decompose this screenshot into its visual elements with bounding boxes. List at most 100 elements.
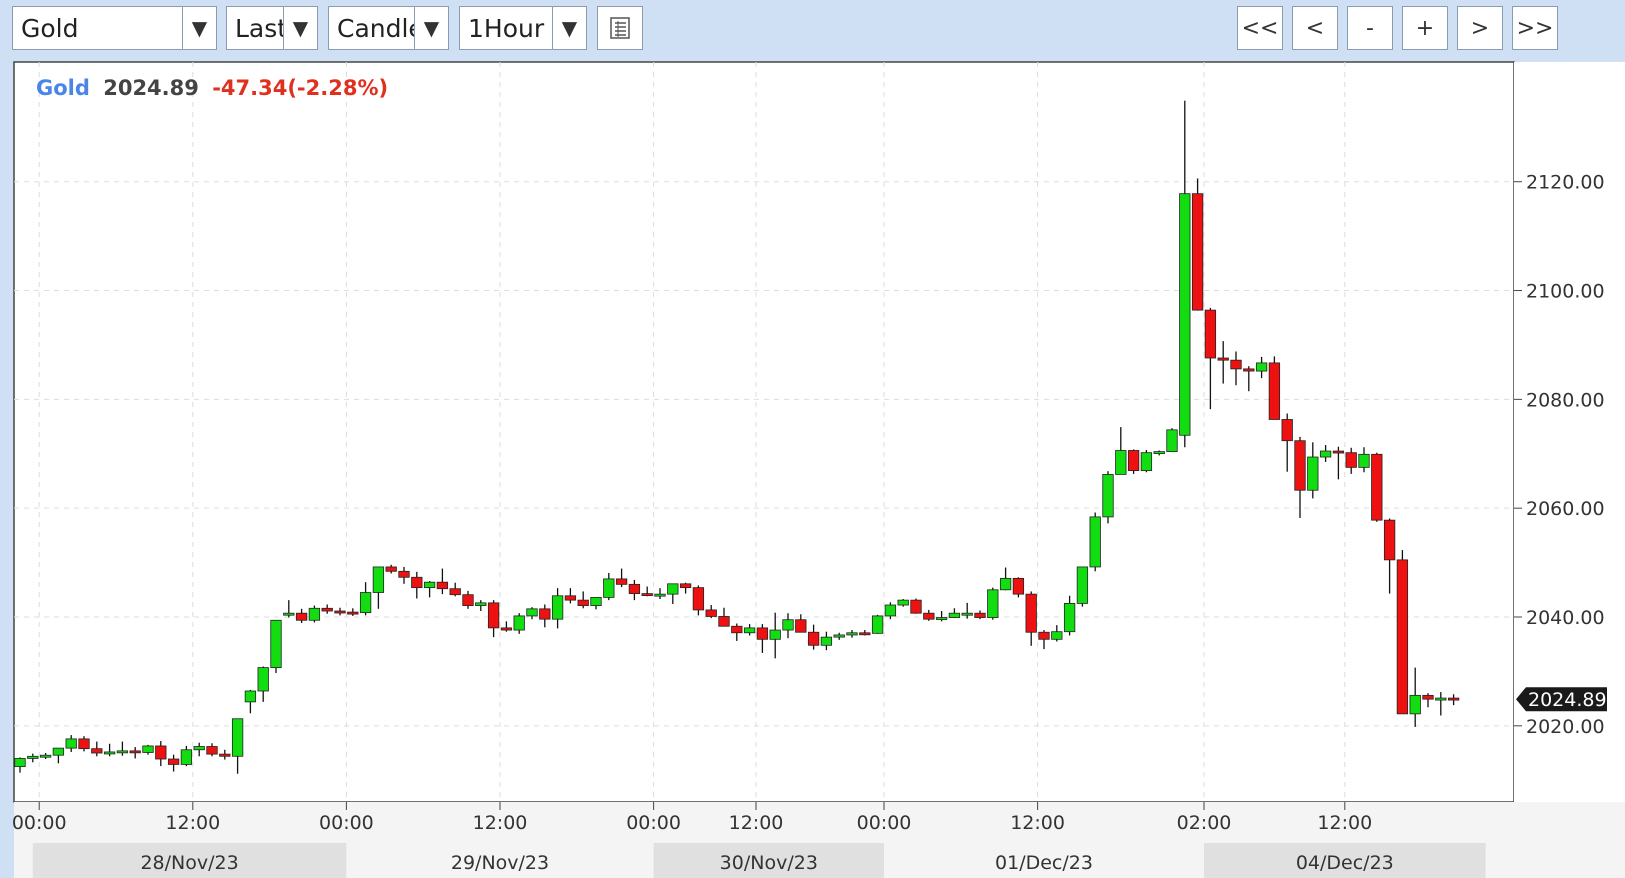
candle-body	[1076, 566, 1089, 604]
candle-body	[577, 599, 589, 606]
candle-body	[871, 615, 884, 634]
candle-body	[91, 748, 103, 754]
candle-body	[641, 593, 653, 597]
candle-body	[449, 588, 461, 596]
candle-body	[782, 619, 794, 631]
candle-body	[167, 758, 180, 765]
candle	[871, 614, 884, 634]
candle-body	[615, 578, 628, 585]
candle-body	[1358, 453, 1370, 468]
candle-body	[1243, 368, 1255, 372]
candle-body	[321, 607, 333, 612]
candle-body	[1191, 193, 1204, 311]
candle-body	[78, 738, 90, 750]
candle-body	[1281, 419, 1293, 442]
x-tick-label: 00:00	[626, 812, 681, 834]
candle-body	[257, 667, 269, 692]
candle-body	[769, 629, 781, 640]
candle	[1089, 512, 1101, 572]
candle-body	[564, 595, 577, 601]
candle-body	[731, 625, 743, 634]
candle-body	[999, 577, 1012, 591]
candle	[270, 619, 282, 674]
candle	[1102, 471, 1114, 524]
candle-body	[1153, 451, 1165, 454]
candle-body	[1012, 577, 1025, 595]
candle	[1268, 356, 1281, 420]
candle-body	[1345, 452, 1357, 468]
x-tick-label: 12:00	[165, 812, 220, 834]
candle-body	[948, 612, 961, 618]
candle-body	[436, 581, 449, 590]
y-tick-label: 2100.00	[1526, 281, 1605, 303]
candle-body	[897, 599, 909, 606]
candle-body	[475, 602, 487, 606]
x-tick-label: 00:00	[12, 812, 67, 834]
candle-body	[193, 746, 205, 751]
candle-body	[129, 750, 141, 754]
candle-body	[756, 627, 769, 640]
candle-body	[1307, 456, 1319, 491]
candle-body	[513, 615, 525, 631]
candle-body	[974, 612, 986, 618]
candle-body	[1204, 309, 1217, 359]
candle-body	[807, 631, 820, 646]
x-tick-label: 02:00	[1177, 812, 1232, 834]
candle-body	[705, 609, 717, 617]
candle-body	[398, 570, 410, 578]
candle-body	[1383, 519, 1396, 561]
candle	[1371, 452, 1383, 522]
candle-body	[1051, 631, 1063, 640]
candle-body	[103, 751, 116, 755]
candle-body	[1230, 359, 1242, 370]
quote-price: 2024.89	[103, 76, 199, 100]
candle-body	[1140, 452, 1153, 472]
x-tick-label: 12:00	[729, 812, 784, 834]
candle-body	[884, 604, 897, 617]
candle-body	[1063, 602, 1076, 633]
candle-body	[1127, 450, 1140, 472]
candle	[1012, 577, 1025, 598]
candle-body	[65, 738, 77, 749]
y-tick-label: 2040.00	[1526, 607, 1605, 629]
price-chart[interactable]: 2120.00 2100.00 2080.00 2060.00 2040.00 2020.…	[0, 0, 1625, 878]
candle-body	[14, 758, 26, 768]
candle	[1166, 428, 1178, 452]
candle-body	[116, 750, 129, 754]
y-tick-label: 2060.00	[1526, 498, 1605, 520]
candle-body	[1268, 362, 1281, 420]
candle-body	[718, 616, 730, 627]
candle-body	[961, 612, 973, 616]
candle-body	[654, 593, 666, 597]
candle-body	[283, 612, 295, 616]
candle-body	[743, 627, 756, 634]
x-tick-label: 00:00	[319, 812, 374, 834]
candle-body	[295, 612, 308, 621]
candle-body	[539, 608, 551, 620]
candle-body	[667, 583, 679, 595]
quote-symbol: Gold	[36, 76, 90, 100]
candle-body	[180, 749, 193, 765]
candle	[1191, 178, 1204, 311]
x-tick-label: 12:00	[473, 812, 528, 834]
candle-body	[1447, 697, 1460, 701]
candle-body	[846, 632, 858, 636]
candle	[1140, 449, 1153, 473]
candle-body	[1435, 697, 1447, 701]
candle-body	[1409, 694, 1421, 715]
candle-body	[206, 746, 218, 755]
candle-body	[820, 636, 833, 646]
candle-body	[334, 610, 346, 614]
candle-body	[987, 589, 999, 618]
candle-body	[231, 718, 244, 757]
candle	[910, 598, 922, 614]
candle-body	[1166, 429, 1178, 452]
date-label: 04/Dec/23	[1296, 852, 1394, 874]
candle-body	[372, 566, 385, 593]
candle-body	[500, 627, 513, 631]
candle-body	[411, 576, 423, 589]
candle-body	[935, 617, 948, 620]
candle-body	[795, 619, 807, 633]
candle-body	[590, 597, 602, 606]
candle-body	[39, 754, 52, 758]
